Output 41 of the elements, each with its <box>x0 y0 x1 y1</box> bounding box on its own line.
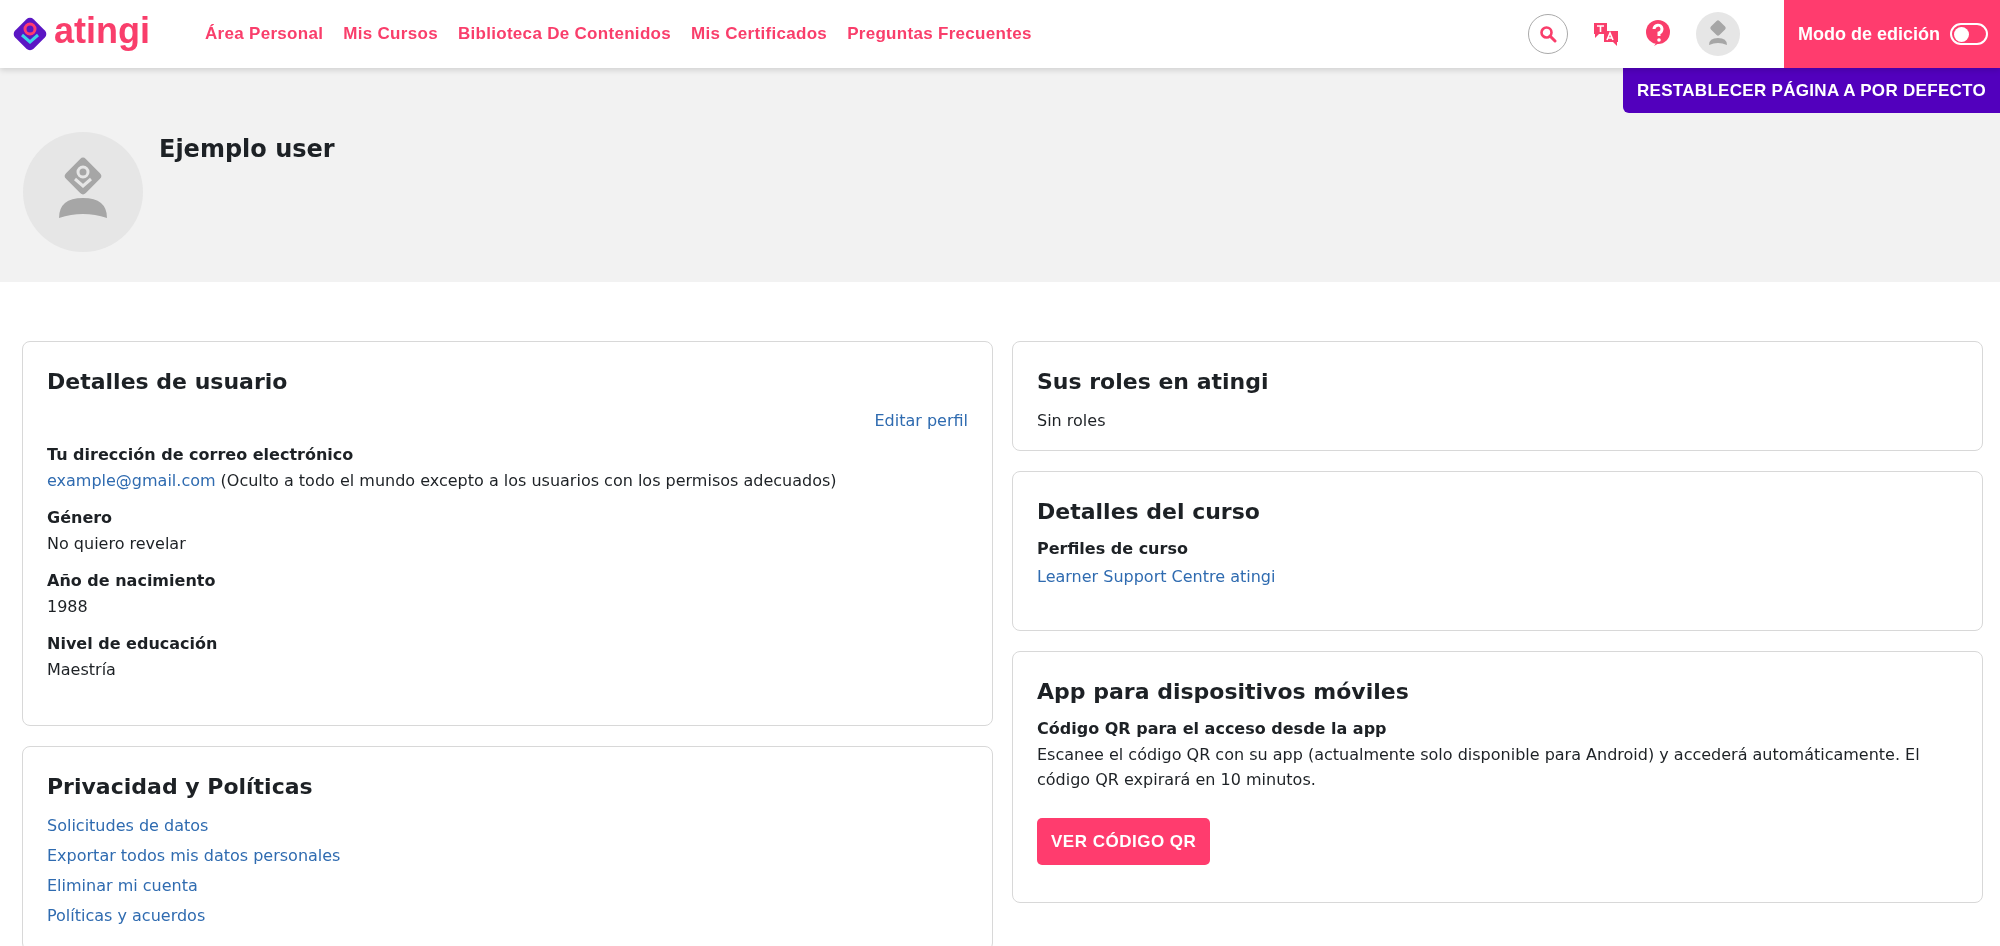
field-value: No quiero revelar <box>47 534 186 553</box>
field-label: Género <box>47 507 114 529</box>
privacy-link[interactable]: Políticas y acuerdos <box>47 901 206 931</box>
course-profile-link[interactable]: Learner Support Centre atingi <box>1037 562 1276 592</box>
field-value: 1988 <box>47 597 88 616</box>
nav-link[interactable]: Mis Certificados <box>691 24 828 44</box>
nav-link[interactable]: Mis Cursos <box>343 24 438 44</box>
view-qr-button[interactable]: VER CÓDIGO QR <box>1037 818 1211 865</box>
field-label: Nivel de educación <box>47 633 219 655</box>
nav-link[interactable]: Preguntas Frecuentes <box>847 24 1032 44</box>
translate-icon[interactable] <box>1592 20 1620 48</box>
card-title: Privacidad y Políticas <box>47 773 314 801</box>
nav-link[interactable]: Área Personal <box>205 24 324 44</box>
qr-description: Escanee el código QR con su app (actualmente solo disponible para Android) y accederá automáticamente. El código QR expirará en 10 minutos. <box>1037 744 1921 791</box>
avatar-icon <box>23 132 143 252</box>
card-title: Detalles de usuario <box>47 368 289 396</box>
roles-text: Sin roles <box>1037 410 1107 432</box>
reset-page-button[interactable]: RESTABLECER PÁGINA A POR DEFECTO <box>1623 68 2000 113</box>
help-icon[interactable] <box>1644 19 1672 49</box>
edit-mode-label: Modo de edición <box>1798 23 1940 45</box>
field-label: Tu dirección de correo electrónico <box>47 444 355 466</box>
edit-mode-toggle[interactable] <box>1950 23 1988 45</box>
search-icon <box>1539 25 1557 43</box>
privacy-link[interactable]: Solicitudes de datos <box>47 811 209 841</box>
card-title: Sus roles en atingi <box>1037 368 1270 396</box>
email-link[interactable]: example@gmail.com <box>47 471 216 490</box>
search-button[interactable] <box>1528 14 1568 54</box>
card-title: App para dispositivos móviles <box>1037 678 1410 706</box>
card-title: Detalles del curso <box>1037 498 1261 526</box>
field-note: (Oculto a todo el mundo excepto a los usuarios con los permisos adecuados) <box>220 471 837 490</box>
privacy-link[interactable]: Eliminar mi cuenta <box>47 871 198 901</box>
logo-text[interactable]: atingi <box>54 13 150 49</box>
privacy-link[interactable]: Exportar todos mis datos personales <box>47 841 341 871</box>
edit-profile-link[interactable]: Editar perfil <box>874 406 968 436</box>
section-label: Perfiles de curso <box>1037 538 1189 560</box>
user-name: Ejemplo user <box>159 135 335 163</box>
section-label: Código QR para el acceso desde la app <box>1037 718 1388 740</box>
avatar-icon[interactable] <box>1696 12 1740 56</box>
field-label: Año de nacimiento <box>47 570 217 592</box>
nav-link[interactable]: Biblioteca De Contenidos <box>457 24 671 44</box>
field-value: Maestría <box>47 660 116 679</box>
